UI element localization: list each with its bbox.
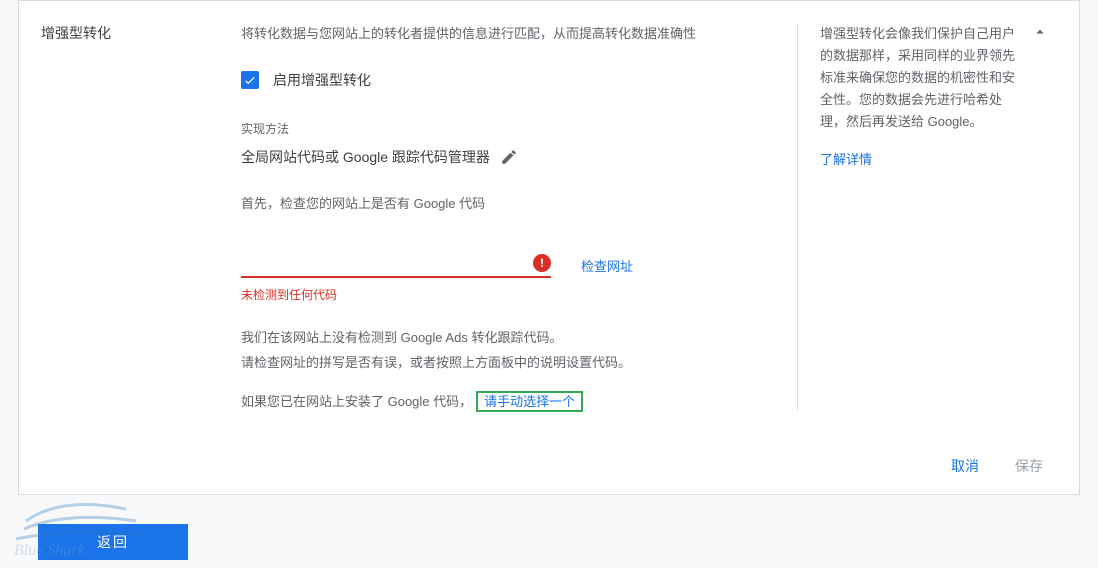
info-text: 增强型转化会像我们保护自己用户的数据那样，采用同样的业界领先标准来确保您的数据的… xyxy=(820,23,1057,133)
description-text: 将转化数据与您网站上的转化者提供的信息进行匹配，从而提高转化数据准确性 xyxy=(241,23,767,42)
installed-prefix: 如果您已在网站上安装了 Google 代码， xyxy=(241,394,472,409)
result-line-2: 请检查网址的拼写是否有误，或者按照上方面板中的说明设置代码。 xyxy=(241,352,767,371)
url-input[interactable] xyxy=(241,252,551,278)
left-column: 增强型转化 xyxy=(41,23,241,410)
error-message: 未检测到任何代码 xyxy=(241,286,767,303)
method-label: 实现方法 xyxy=(241,120,767,137)
actions-row: 取消 保存 xyxy=(19,438,1079,494)
checkbox-label: 启用增强型转化 xyxy=(273,70,371,90)
content-row: 增强型转化 将转化数据与您网站上的转化者提供的信息进行匹配，从而提高转化数据准确… xyxy=(19,1,1079,438)
url-row: ! 检查网址 xyxy=(241,252,767,278)
cancel-button[interactable]: 取消 xyxy=(951,456,979,476)
check-url-link[interactable]: 检查网址 xyxy=(581,256,633,275)
error-icon: ! xyxy=(533,254,551,272)
instruction-text: 首先，检查您的网站上是否有 Google 代码 xyxy=(241,193,767,212)
edit-icon[interactable] xyxy=(500,148,518,166)
enable-checkbox[interactable] xyxy=(241,71,259,89)
checkmark-icon xyxy=(243,73,257,87)
chevron-up-icon[interactable] xyxy=(1031,23,1049,41)
result-line-1: 我们在该网站上没有检测到 Google Ads 转化跟踪代码。 xyxy=(241,327,767,346)
url-input-wrap: ! xyxy=(241,252,551,278)
back-button[interactable]: 返回 xyxy=(38,524,188,560)
save-button[interactable]: 保存 xyxy=(1015,456,1043,476)
learn-more-link[interactable]: 了解详情 xyxy=(820,149,1057,168)
enable-checkbox-row: 启用增强型转化 xyxy=(241,70,767,90)
method-value: 全局网站代码或 Google 跟踪代码管理器 xyxy=(241,147,490,167)
installed-text: 如果您已在网站上安装了 Google 代码， 请手动选择一个 xyxy=(241,391,767,410)
method-row: 全局网站代码或 Google 跟踪代码管理器 xyxy=(241,147,767,167)
right-column: 增强型转化会像我们保护自己用户的数据那样，采用同样的业界领先标准来确保您的数据的… xyxy=(797,23,1057,410)
enhanced-conversions-panel: 增强型转化 将转化数据与您网站上的转化者提供的信息进行匹配，从而提高转化数据准确… xyxy=(18,0,1080,495)
middle-column: 将转化数据与您网站上的转化者提供的信息进行匹配，从而提高转化数据准确性 启用增强… xyxy=(241,23,797,410)
manual-select-link[interactable]: 请手动选择一个 xyxy=(476,391,583,412)
section-title: 增强型转化 xyxy=(41,23,241,43)
